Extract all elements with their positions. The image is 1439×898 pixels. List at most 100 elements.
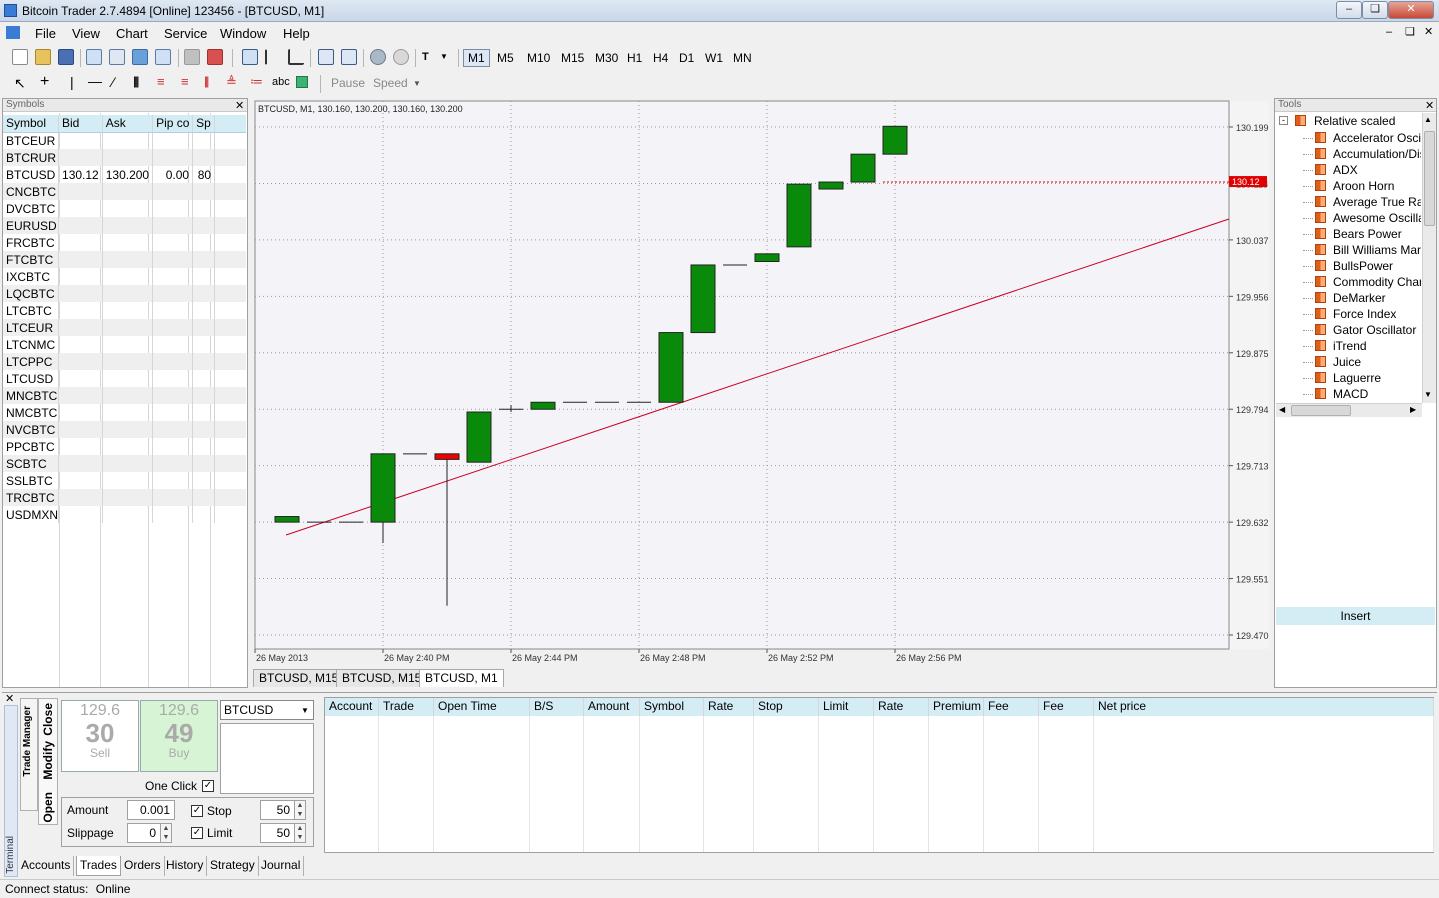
trades-col-header[interactable]: Rate: [874, 698, 929, 716]
amount-input[interactable]: 0.001: [127, 800, 175, 820]
vertical-line-icon[interactable]: |: [70, 74, 74, 90]
scroll-left-icon[interactable]: ◀: [1279, 405, 1285, 414]
menu-help[interactable]: Help: [283, 26, 310, 41]
cursor-icon[interactable]: ↖: [14, 75, 26, 92]
maximize-button[interactable]: ❏: [1362, 1, 1388, 19]
trades-col-header[interactable]: Open Time: [434, 698, 530, 716]
mdi-close-button[interactable]: ✕: [1424, 25, 1433, 38]
symbol-row[interactable]: TRCBTC: [3, 489, 246, 506]
limit-input[interactable]: 50: [260, 823, 295, 843]
alert-icon[interactable]: [207, 49, 223, 65]
trades-col-header[interactable]: Fee: [1039, 698, 1094, 716]
indicator-item[interactable]: Average True Range: [1333, 195, 1421, 209]
trades-col-header[interactable]: Account: [325, 698, 379, 716]
terminal-tab[interactable]: Trades: [76, 856, 121, 876]
open-folder-icon[interactable]: [35, 49, 51, 65]
symbol-row[interactable]: LTCNMC: [3, 336, 246, 353]
menu-file[interactable]: File: [35, 26, 56, 41]
symbol-row[interactable]: SSLBTC: [3, 472, 246, 489]
chart-tab[interactable]: BTCUSD, M15: [253, 669, 345, 687]
tree-collapse-icon[interactable]: -: [1279, 116, 1288, 125]
trades-col-header[interactable]: Fee: [984, 698, 1039, 716]
symbol-row[interactable]: LTCPPC: [3, 353, 246, 370]
limit-stepper[interactable]: ▲ ▼: [294, 823, 306, 843]
symbol-row[interactable]: BTCRUR: [3, 149, 246, 166]
zoom-in-icon[interactable]: [393, 49, 409, 65]
tools-vscroll-thumb[interactable]: [1424, 131, 1435, 226]
trades-col-header[interactable]: B/S: [530, 698, 584, 716]
indicator-item[interactable]: MACD: [1333, 387, 1421, 401]
trades-col-header[interactable]: Symbol: [640, 698, 704, 716]
symbol-row[interactable]: PPCBTC: [3, 438, 246, 455]
menu-service[interactable]: Service: [164, 26, 207, 41]
tab-modify[interactable]: Modify: [41, 741, 55, 780]
bar-chart-icon[interactable]: [242, 49, 258, 65]
tools-hscrollbar[interactable]: ◀ ▶: [1276, 403, 1422, 417]
timeframe-d1[interactable]: D1: [674, 49, 699, 67]
zoom-out-icon[interactable]: [370, 49, 386, 65]
template-icon[interactable]: T: [422, 49, 438, 65]
stop-input[interactable]: 50: [260, 800, 295, 820]
slippage-stepper[interactable]: ▲ ▼: [160, 823, 172, 843]
chart-shift-icon[interactable]: [341, 49, 357, 65]
candle-chart-icon[interactable]: [265, 49, 281, 65]
indicator-item[interactable]: iTrend: [1333, 339, 1421, 353]
symbols-close-icon[interactable]: ✕: [235, 99, 244, 112]
symbol-row[interactable]: FRCBTC: [3, 234, 246, 251]
indicator-item[interactable]: Commodity Channel: [1333, 275, 1421, 289]
indicator-item[interactable]: Accumulation/Distribution: [1333, 147, 1421, 161]
insert-button[interactable]: Insert: [1276, 607, 1435, 625]
chart-tab[interactable]: BTCUSD, M1: [419, 669, 504, 687]
symbol-row[interactable]: LTCEUR: [3, 319, 246, 336]
timeframe-mn[interactable]: MN: [728, 49, 757, 67]
symbol-row[interactable]: SCBTC: [3, 455, 246, 472]
tools-root-label[interactable]: Relative scaled: [1314, 114, 1395, 128]
indicator-item[interactable]: ADX: [1333, 163, 1421, 177]
timeframe-m10[interactable]: M10: [522, 49, 555, 67]
fib-fan-icon[interactable]: ≜: [226, 74, 237, 90]
scroll-up-icon[interactable]: ▲: [1424, 115, 1432, 124]
scroll-down-icon[interactable]: ▼: [1424, 390, 1432, 399]
timeframe-m5[interactable]: M5: [492, 49, 519, 67]
price-chart[interactable]: 130.199130.118130.037129.956129.875129.7…: [250, 98, 1272, 668]
mdi-minimize-button[interactable]: –: [1386, 26, 1392, 38]
crosshair-icon[interactable]: +: [40, 73, 49, 91]
scroll-right-icon[interactable]: ▶: [1410, 405, 1416, 414]
col-symbol[interactable]: Symbol: [3, 115, 60, 133]
tools-close-icon[interactable]: ✕: [1425, 99, 1434, 112]
symbol-select[interactable]: BTCUSD ▼: [220, 700, 314, 720]
timeframe-h1[interactable]: H1: [622, 49, 647, 67]
timeframe-h4[interactable]: H4: [648, 49, 673, 67]
horizontal-line-icon[interactable]: —: [88, 73, 102, 89]
close-button[interactable]: ✕: [1388, 1, 1434, 19]
stop-stepper[interactable]: ▲ ▼: [294, 800, 306, 820]
menu-window[interactable]: Window: [220, 26, 266, 41]
symbol-row[interactable]: FTCBTC: [3, 251, 246, 268]
minimize-button[interactable]: –: [1336, 1, 1362, 19]
line-chart-icon[interactable]: [288, 49, 304, 65]
fib-time-icon[interactable]: |||: [204, 74, 210, 88]
symbol-row[interactable]: IXCBTC: [3, 268, 246, 285]
speed-dropdown-icon[interactable]: ▼: [413, 79, 421, 88]
symbol-select-arrow-icon[interactable]: ▼: [301, 706, 309, 715]
auto-scroll-icon[interactable]: [318, 49, 334, 65]
save-icon[interactable]: [58, 49, 74, 65]
symbol-row[interactable]: MNCBTC: [3, 387, 246, 404]
trades-col-header[interactable]: Amount: [584, 698, 640, 716]
trendline-icon[interactable]: ∕: [112, 74, 114, 90]
symbol-row[interactable]: LQCBTC: [3, 285, 246, 302]
symbol-row[interactable]: BTCUSD 130.12 130.200 0.00 80: [3, 166, 246, 183]
trades-col-header[interactable]: Rate: [704, 698, 754, 716]
one-click-checkbox[interactable]: ✓: [202, 780, 214, 792]
indicator-item[interactable]: Force Index: [1333, 307, 1421, 321]
market-watch-icon[interactable]: [86, 49, 102, 65]
indicator-item[interactable]: Laguerre: [1333, 371, 1421, 385]
indicator-item[interactable]: Accelerator Oscillator: [1333, 131, 1421, 145]
limit-checkbox[interactable]: ✓: [191, 827, 203, 839]
timeframe-w1[interactable]: W1: [700, 49, 728, 67]
channel-icon[interactable]: ≡: [157, 74, 165, 89]
col-bid[interactable]: Bid: [58, 115, 103, 133]
template-dropdown-icon[interactable]: ▼: [440, 52, 448, 61]
col-pip[interactable]: Pip co: [152, 115, 194, 133]
indicator-item[interactable]: Bill Williams Market: [1333, 243, 1421, 257]
